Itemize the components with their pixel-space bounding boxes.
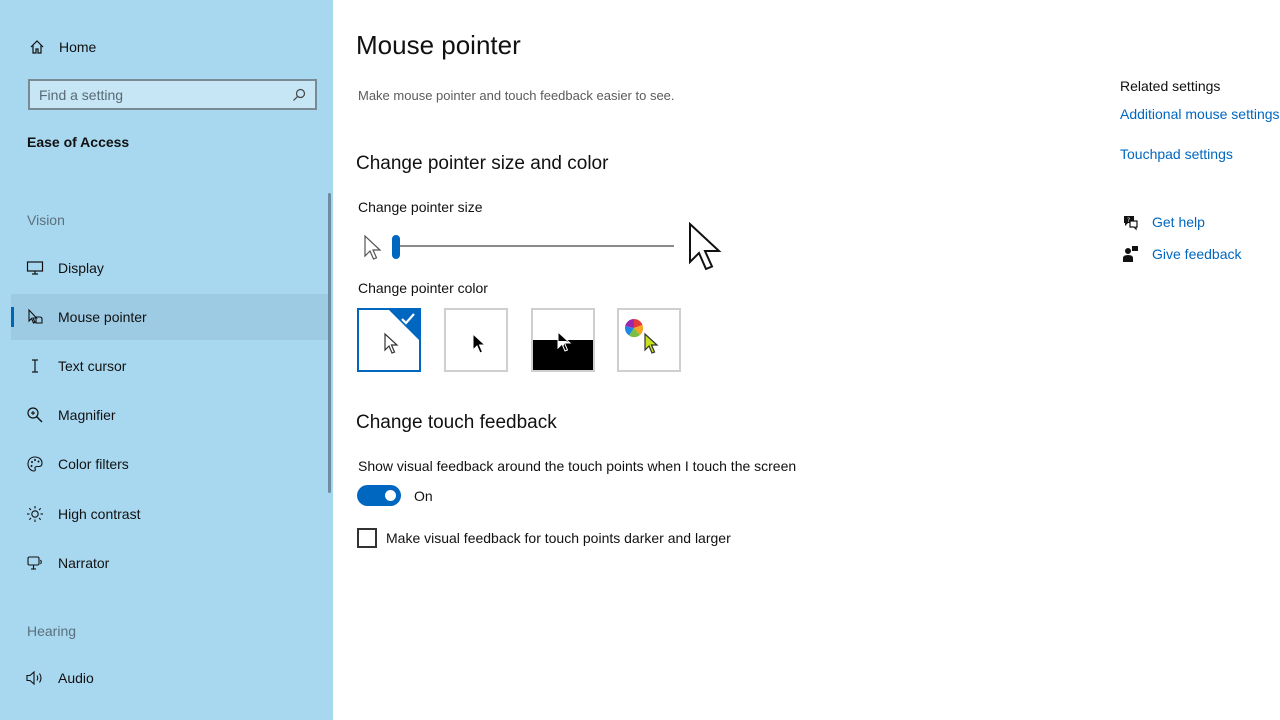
sidebar-item-display[interactable]: Display [11,245,329,291]
color-wheel-icon [624,318,644,338]
speaker-icon [25,668,45,688]
toggle-knob [385,490,396,501]
sidebar-item-label: Narrator [58,555,110,571]
sidebar-item-magnifier[interactable]: Magnifier [11,392,329,438]
search-box [28,79,317,110]
pointer-color-label: Change pointer color [358,280,488,296]
sidebar-item-mouse-pointer[interactable]: Mouse pointer [11,294,329,340]
related-settings-title: Related settings [1120,78,1221,94]
get-help-row[interactable]: ? Get help [1120,212,1205,232]
pointer-color-custom[interactable] [617,308,681,372]
pointer-size-label: Change pointer size [358,199,483,215]
group-label-vision: Vision [27,212,65,228]
pointer-size-track[interactable] [396,245,674,247]
page-description: Make mouse pointer and touch feedback ea… [358,88,675,103]
white-pointer-icon [384,332,399,354]
pointer-size-slider-group [362,222,732,276]
small-pointer-icon [364,234,382,260]
search-input[interactable] [30,81,280,108]
mouse-pointer-icon [25,307,45,327]
search-icon[interactable] [291,87,307,103]
additional-mouse-settings-link[interactable]: Additional mouse settings [1120,106,1280,122]
black-pointer-icon [472,332,487,354]
help-chat-icon: ? [1120,212,1140,232]
magnifier-icon [25,405,45,425]
touch-feedback-toggle[interactable] [357,485,401,506]
give-feedback-row[interactable]: Give feedback [1120,244,1242,264]
pointer-color-inverted[interactable] [531,308,595,372]
sidebar-item-label: Display [58,260,104,276]
get-help-link[interactable]: Get help [1152,214,1205,230]
sidebar-home[interactable]: Home [27,36,96,58]
svg-text:?: ? [1127,217,1130,224]
sidebar-item-high-contrast[interactable]: High contrast [11,491,329,537]
home-label: Home [59,39,97,55]
text-cursor-icon [25,356,45,376]
inverted-pointer-icon [557,330,572,352]
page-title: Mouse pointer [356,30,521,60]
sidebar-item-audio[interactable]: Audio [11,655,329,701]
sidebar: Home Ease of Access Vision Display Mouse… [0,0,333,720]
sidebar-item-text-cursor[interactable]: Text cursor [11,343,329,389]
high-contrast-icon [25,504,45,524]
sidebar-item-narrator[interactable]: Narrator [11,540,329,586]
give-feedback-link[interactable]: Give feedback [1152,246,1242,262]
sidebar-scrollbar[interactable] [328,193,331,493]
pointer-size-thumb[interactable] [392,235,400,259]
large-pointer-icon [689,222,722,271]
group-label-hearing: Hearing [27,623,77,639]
custom-pointer-icon [644,332,659,354]
size-color-heading: Change pointer size and color [356,153,609,174]
touch-feedback-label: Show visual feedback around the touch po… [358,458,797,474]
sidebar-item-label: Mouse pointer [58,309,147,325]
darker-feedback-label: Make visual feedback for touch points da… [386,530,731,546]
monitor-icon [25,258,45,278]
sidebar-item-label: Color filters [58,456,129,472]
narrator-icon [25,553,45,573]
sidebar-item-color-filters[interactable]: Color filters [11,441,329,487]
sidebar-item-label: Text cursor [58,358,127,374]
touchpad-settings-link[interactable]: Touchpad settings [1120,146,1233,162]
toggle-state-label: On [414,488,433,504]
sidebar-item-label: Magnifier [58,407,116,423]
color-filters-icon [25,454,45,474]
checkmark-icon [401,313,415,325]
sidebar-item-label: Audio [58,670,94,686]
home-icon [27,37,47,57]
touch-heading: Change touch feedback [356,412,557,433]
pointer-color-white[interactable] [357,308,421,372]
feedback-person-icon [1120,244,1140,264]
darker-feedback-checkbox[interactable] [357,528,377,548]
sidebar-item-label: High contrast [58,506,141,522]
section-title: Ease of Access [27,134,130,150]
pointer-color-black[interactable] [444,308,508,372]
